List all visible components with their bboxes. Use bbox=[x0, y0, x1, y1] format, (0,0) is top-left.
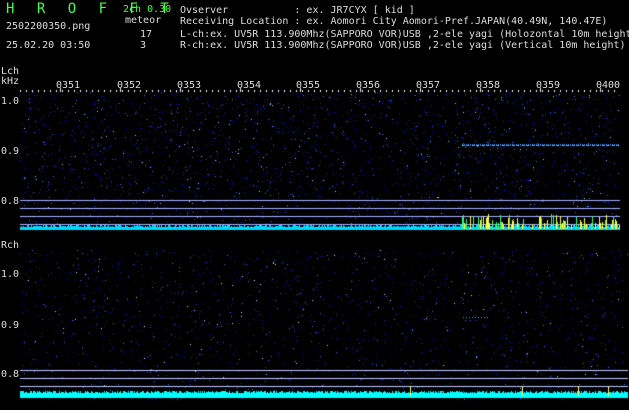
rch-meteor-count: 3 bbox=[140, 40, 147, 51]
rch-receiver-info: R-ch:ex. UV5R 113.900Mhz(SAPPORO VOR)USB… bbox=[180, 40, 626, 51]
time-tick: 0400 bbox=[596, 80, 621, 91]
lch-freq-tick: 1.0 bbox=[1, 96, 20, 107]
time-tick: 0354 bbox=[237, 80, 262, 91]
rch-freq-tick: 0.8 bbox=[1, 369, 20, 380]
spectrogram-canvas bbox=[0, 0, 629, 410]
time-tick: 0351 bbox=[56, 80, 81, 91]
time-tick: 0359 bbox=[536, 80, 561, 91]
meteor-count-label: meteor bbox=[125, 15, 162, 26]
version-label: 2ch 0.30 bbox=[123, 4, 172, 15]
time-tick: 0357 bbox=[416, 80, 441, 91]
rch-freq-tick: 1.0 bbox=[1, 269, 20, 280]
lch-meteor-count: 17 bbox=[140, 29, 153, 40]
time-tick: 0358 bbox=[476, 80, 501, 91]
filename-label: 2502200350.png bbox=[6, 21, 91, 32]
lch-receiver-info: L-ch:ex. UV5R 113.900Mhz(SAPPORO VOR)USB… bbox=[180, 29, 629, 40]
lch-freq-tick: 0.9 bbox=[1, 146, 20, 157]
frequency-unit-label: kHz bbox=[1, 76, 20, 87]
time-tick: 0352 bbox=[117, 80, 142, 91]
rch-label: Rch bbox=[1, 240, 20, 251]
rch-freq-tick: 0.9 bbox=[1, 320, 20, 331]
time-tick: 0353 bbox=[177, 80, 202, 91]
time-tick: 0356 bbox=[356, 80, 381, 91]
location-info: Receiving Location : ex. Aomori City Aom… bbox=[180, 16, 608, 27]
lch-freq-tick: 0.8 bbox=[1, 196, 20, 207]
timestamp-label: 25.02.20 03:50 bbox=[6, 40, 91, 51]
time-tick: 0355 bbox=[296, 80, 321, 91]
observer-info: Ovserver : ex. JR7CYX [ kid ] bbox=[180, 5, 415, 16]
